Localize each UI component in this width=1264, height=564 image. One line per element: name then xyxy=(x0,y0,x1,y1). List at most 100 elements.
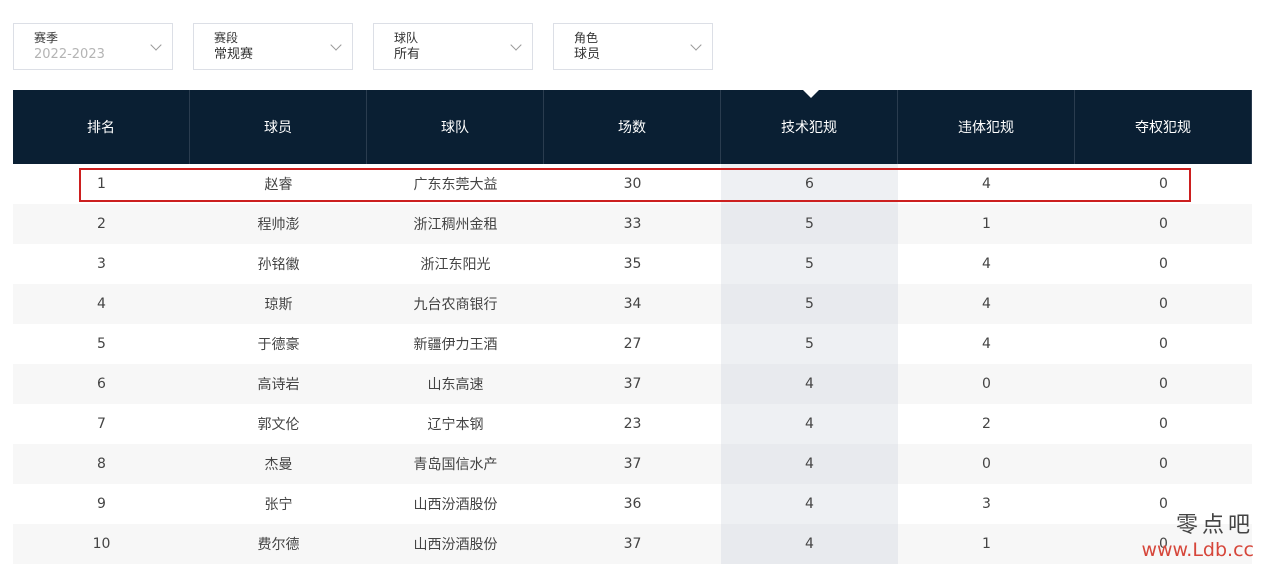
cell-flagrant-fouls: 4 xyxy=(898,244,1075,284)
header-player[interactable]: 球员 xyxy=(190,90,367,164)
cell-player: 程帅澎 xyxy=(190,204,367,244)
cell-flagrant-fouls: 4 xyxy=(898,164,1075,204)
team-filter-value: 所有 xyxy=(394,46,532,64)
stage-filter[interactable]: 赛段 常规赛 xyxy=(193,23,353,70)
team-filter[interactable]: 球队 所有 xyxy=(373,23,533,70)
cell-rank: 10 xyxy=(13,524,190,564)
header-flagrant-fouls[interactable]: 违体犯规 xyxy=(898,90,1075,164)
role-filter-value: 球员 xyxy=(574,46,712,64)
cell-technical-fouls: 6 xyxy=(721,164,898,204)
cell-rank: 1 xyxy=(13,164,190,204)
cell-technical-fouls: 5 xyxy=(721,284,898,324)
cell-rank: 8 xyxy=(13,444,190,484)
cell-games: 37 xyxy=(544,444,721,484)
role-filter[interactable]: 角色 球员 xyxy=(553,23,713,70)
cell-player: 杰曼 xyxy=(190,444,367,484)
cell-technical-fouls: 5 xyxy=(721,204,898,244)
cell-team: 九台农商银行 xyxy=(367,284,544,324)
stats-table: 排名 球员 球队 场数 技术犯规 违体犯规 夺权犯规 1赵睿广东东莞大益3064… xyxy=(13,90,1252,564)
cell-games: 23 xyxy=(544,404,721,444)
cell-player: 赵睿 xyxy=(190,164,367,204)
table-row: 2程帅澎浙江稠州金租33510 xyxy=(13,204,1252,244)
cell-technical-fouls: 4 xyxy=(721,444,898,484)
cell-ejection-fouls: 0 xyxy=(1075,244,1252,284)
cell-technical-fouls: 4 xyxy=(721,404,898,444)
cell-team: 山东高速 xyxy=(367,364,544,404)
season-filter-value: 2022-2023 xyxy=(34,46,172,64)
filter-bar: 赛季 2022-2023 赛段 常规赛 球队 所有 角色 球员 xyxy=(13,23,713,70)
sort-indicator-icon xyxy=(803,90,819,98)
cell-games: 33 xyxy=(544,204,721,244)
cell-team: 山西汾酒股份 xyxy=(367,484,544,524)
header-technical-fouls[interactable]: 技术犯规 xyxy=(721,90,898,164)
table-row: 4琼斯九台农商银行34540 xyxy=(13,284,1252,324)
table-row: 3孙铭徽浙江东阳光35540 xyxy=(13,244,1252,284)
cell-games: 37 xyxy=(544,524,721,564)
table-row: 1赵睿广东东莞大益30640 xyxy=(13,164,1252,204)
cell-technical-fouls: 5 xyxy=(721,244,898,284)
cell-ejection-fouls: 0 xyxy=(1075,404,1252,444)
cell-team: 新疆伊力王酒 xyxy=(367,324,544,364)
cell-games: 35 xyxy=(544,244,721,284)
cell-player: 高诗岩 xyxy=(190,364,367,404)
cell-team: 山西汾酒股份 xyxy=(367,524,544,564)
header-games[interactable]: 场数 xyxy=(544,90,721,164)
cell-player: 费尔德 xyxy=(190,524,367,564)
cell-ejection-fouls: 0 xyxy=(1075,324,1252,364)
cell-rank: 3 xyxy=(13,244,190,284)
cell-games: 34 xyxy=(544,284,721,324)
cell-flagrant-fouls: 2 xyxy=(898,404,1075,444)
table-body: 1赵睿广东东莞大益306402程帅澎浙江稠州金租335103孙铭徽浙江东阳光35… xyxy=(13,164,1252,564)
cell-ejection-fouls: 0 xyxy=(1075,204,1252,244)
cell-flagrant-fouls: 4 xyxy=(898,324,1075,364)
table-row: 7郭文伦辽宁本钢23420 xyxy=(13,404,1252,444)
cell-team: 浙江东阳光 xyxy=(367,244,544,284)
table-header: 排名 球员 球队 场数 技术犯规 违体犯规 夺权犯规 xyxy=(13,90,1252,164)
cell-flagrant-fouls: 0 xyxy=(898,364,1075,404)
cell-ejection-fouls: 0 xyxy=(1075,484,1252,524)
cell-player: 于德豪 xyxy=(190,324,367,364)
cell-flagrant-fouls: 0 xyxy=(898,444,1075,484)
table-row: 6高诗岩山东高速37400 xyxy=(13,364,1252,404)
header-team[interactable]: 球队 xyxy=(367,90,544,164)
cell-rank: 2 xyxy=(13,204,190,244)
cell-games: 27 xyxy=(544,324,721,364)
cell-flagrant-fouls: 1 xyxy=(898,524,1075,564)
season-filter[interactable]: 赛季 2022-2023 xyxy=(13,23,173,70)
table-row: 8杰曼青岛国信水产37400 xyxy=(13,444,1252,484)
cell-ejection-fouls: 0 xyxy=(1075,164,1252,204)
cell-technical-fouls: 4 xyxy=(721,524,898,564)
cell-ejection-fouls: 0 xyxy=(1075,524,1252,564)
cell-team: 广东东莞大益 xyxy=(367,164,544,204)
cell-flagrant-fouls: 3 xyxy=(898,484,1075,524)
header-rank[interactable]: 排名 xyxy=(13,90,190,164)
cell-player: 郭文伦 xyxy=(190,404,367,444)
cell-team: 青岛国信水产 xyxy=(367,444,544,484)
cell-technical-fouls: 4 xyxy=(721,484,898,524)
cell-team: 浙江稠州金租 xyxy=(367,204,544,244)
cell-flagrant-fouls: 1 xyxy=(898,204,1075,244)
cell-rank: 4 xyxy=(13,284,190,324)
cell-games: 36 xyxy=(544,484,721,524)
cell-team: 辽宁本钢 xyxy=(367,404,544,444)
cell-rank: 9 xyxy=(13,484,190,524)
table-row: 9张宁山西汾酒股份36430 xyxy=(13,484,1252,524)
header-ejection-fouls[interactable]: 夺权犯规 xyxy=(1075,90,1252,164)
cell-games: 37 xyxy=(544,364,721,404)
cell-player: 张宁 xyxy=(190,484,367,524)
table-row: 10费尔德山西汾酒股份37410 xyxy=(13,524,1252,564)
cell-technical-fouls: 4 xyxy=(721,364,898,404)
cell-technical-fouls: 5 xyxy=(721,324,898,364)
cell-ejection-fouls: 0 xyxy=(1075,364,1252,404)
table-row: 5于德豪新疆伊力王酒27540 xyxy=(13,324,1252,364)
cell-player: 琼斯 xyxy=(190,284,367,324)
cell-ejection-fouls: 0 xyxy=(1075,284,1252,324)
cell-rank: 5 xyxy=(13,324,190,364)
cell-rank: 7 xyxy=(13,404,190,444)
cell-rank: 6 xyxy=(13,364,190,404)
cell-ejection-fouls: 0 xyxy=(1075,444,1252,484)
cell-player: 孙铭徽 xyxy=(190,244,367,284)
cell-flagrant-fouls: 4 xyxy=(898,284,1075,324)
cell-games: 30 xyxy=(544,164,721,204)
stage-filter-value: 常规赛 xyxy=(214,46,352,64)
